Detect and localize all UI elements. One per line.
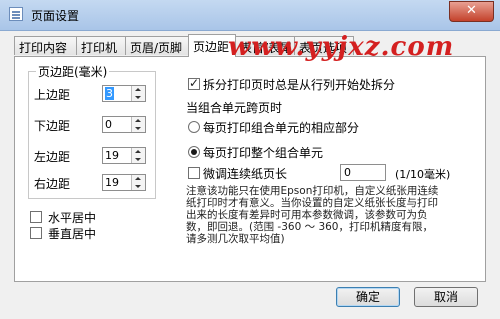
window-title: 页面设置 xyxy=(31,9,80,23)
watermark-text: www.yyjxz.com xyxy=(228,32,455,62)
right-margin-value[interactable]: 19 xyxy=(105,176,119,189)
adjust-paper-unit: (1/10毫米) xyxy=(395,168,451,181)
cancel-button[interactable]: 取消 xyxy=(414,287,478,307)
bottom-margin-value[interactable]: 0 xyxy=(105,118,112,131)
adjust-paper-label[interactable]: 微调连续纸页长 xyxy=(203,165,287,182)
bottom-margin-label: 下边距 xyxy=(34,119,71,133)
spinner-arrows-icon[interactable] xyxy=(131,175,145,190)
left-margin-value[interactable]: 19 xyxy=(105,149,119,162)
note-line: 纸打印时才有意义。当你设置的自定义纸张长度与打印 xyxy=(186,197,438,209)
radio-print-whole-label[interactable]: 每页打印整个组合单元 xyxy=(203,144,323,161)
vertical-center-label[interactable]: 垂直居中 xyxy=(48,225,96,242)
close-button[interactable]: ✕ xyxy=(449,1,494,22)
top-margin-spinner[interactable]: 3 xyxy=(102,85,146,102)
top-margin-label: 上边距 xyxy=(34,88,71,102)
top-margin-value[interactable]: 3 xyxy=(105,87,114,100)
window-app-icon xyxy=(9,7,23,21)
spinner-arrows-icon[interactable] xyxy=(131,117,145,132)
left-margin-label: 左边距 xyxy=(34,150,71,164)
epson-note: 注意该功能只在使用Epson打印机，自定义纸张用连续 纸打印时才有意义。当你设置… xyxy=(186,185,476,245)
tab-print-content[interactable]: 打印内容 xyxy=(14,36,77,55)
tab-printer[interactable]: 打印机 xyxy=(76,36,126,55)
note-line: 出来的长度有差异时可用本参数微调，该参数可为负 xyxy=(186,209,428,221)
bottom-margin-spinner[interactable]: 0 xyxy=(102,116,146,133)
left-margin-spinner[interactable]: 19 xyxy=(102,147,146,164)
spinner-arrows-icon[interactable] xyxy=(131,148,145,163)
adjust-paper-checkbox[interactable] xyxy=(188,167,200,179)
tab-header-footer[interactable]: 页眉/页脚 xyxy=(125,36,189,55)
margins-group-title: 页边距(毫米) xyxy=(36,63,110,80)
split-by-row-checkbox[interactable] xyxy=(188,76,200,90)
radio-print-whole[interactable] xyxy=(188,146,200,158)
title-bar: 页面设置 ✕ xyxy=(0,0,500,31)
note-line: 请多测几次取平均值) xyxy=(186,233,285,245)
adjust-paper-input[interactable]: 0 xyxy=(340,164,386,181)
group-span-header: 当组合单元跨页时 xyxy=(186,101,283,115)
ok-button[interactable]: 确定 xyxy=(336,287,400,307)
note-line: 注意该功能只在使用Epson打印机，自定义纸张用连续 xyxy=(186,185,439,197)
right-margin-spinner[interactable]: 19 xyxy=(102,174,146,191)
vertical-center-checkbox[interactable] xyxy=(30,227,42,239)
right-margin-label: 右边距 xyxy=(34,177,71,191)
split-by-row-label[interactable]: 拆分打印页时总是从行列开始处拆分 xyxy=(203,76,395,93)
horizontal-center-checkbox[interactable] xyxy=(30,211,42,223)
radio-print-part-label[interactable]: 每页打印组合单元的相应部分 xyxy=(203,119,359,136)
radio-print-part[interactable] xyxy=(188,121,200,133)
note-line: 数，即回退。(范围 -360 ～ 360，打印机精度有限， xyxy=(186,221,433,233)
spinner-arrows-icon[interactable] xyxy=(131,86,145,101)
horizontal-center-label[interactable]: 水平居中 xyxy=(48,209,96,226)
